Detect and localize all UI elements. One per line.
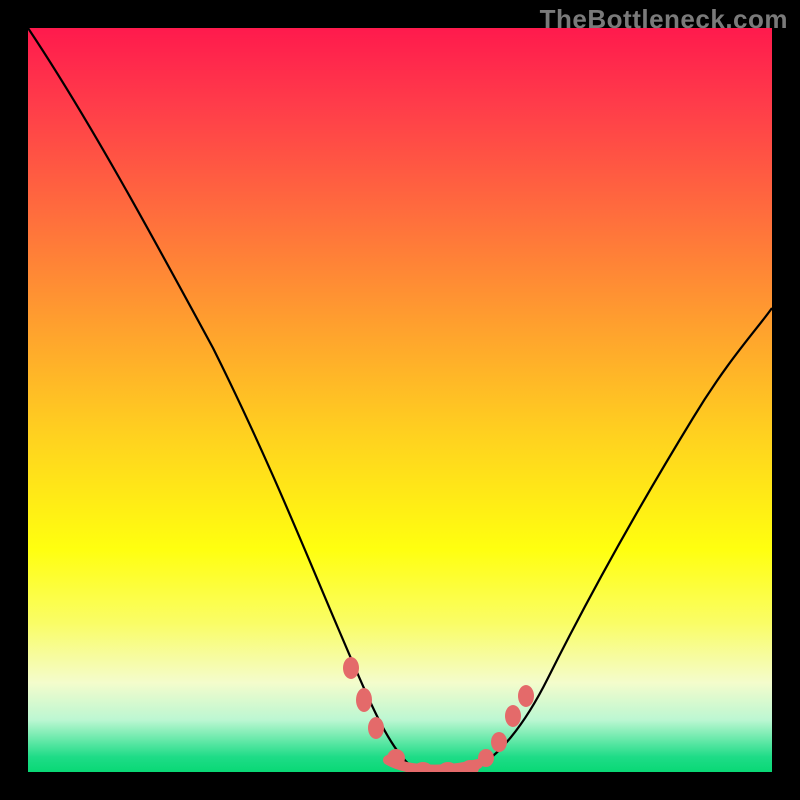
highlight-dots	[343, 657, 534, 772]
plot-area	[28, 28, 772, 772]
bottleneck-curve	[28, 28, 772, 772]
watermark-text: TheBottleneck.com	[540, 4, 788, 35]
chart-svg	[28, 28, 772, 772]
chart-frame: TheBottleneck.com	[0, 0, 800, 800]
